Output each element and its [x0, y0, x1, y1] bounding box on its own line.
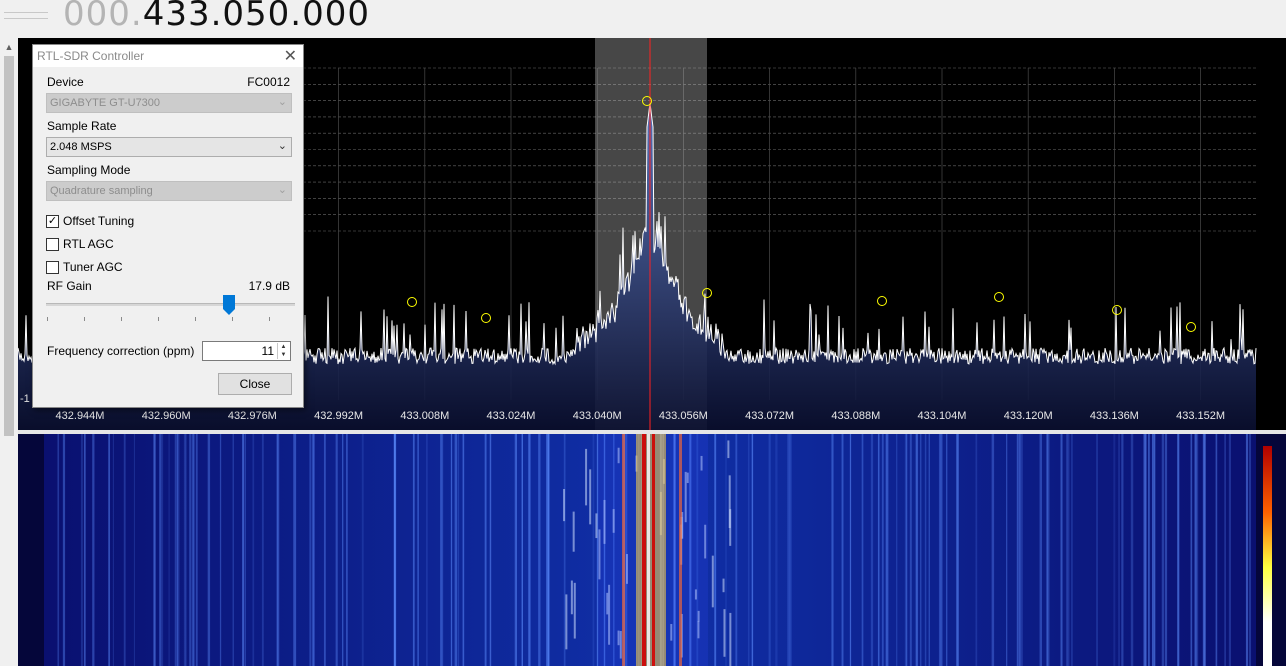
axis-tick-label: 433.120M — [1004, 410, 1053, 422]
frequency-main-digits[interactable]: 433.050.000 — [143, 0, 370, 34]
axis-tick-label: 433.056M — [659, 410, 708, 422]
sampling-mode-value: Quadrature sampling — [50, 185, 153, 197]
peak-marker-icon — [1186, 322, 1196, 332]
rtl-agc-label[interactable]: RTL AGC — [63, 237, 114, 251]
scroll-thumb[interactable] — [4, 56, 14, 436]
peak-marker-icon — [1112, 305, 1122, 315]
peak-markers — [407, 96, 1196, 332]
device-code: FC0012 — [247, 75, 290, 89]
sampling-mode-select[interactable]: Quadrature sampling ⌄ — [46, 181, 292, 201]
axis-tick-label: 432.992M — [314, 410, 363, 422]
chevron-down-icon: ⌄ — [277, 140, 287, 152]
axis-tick-label: 433.024M — [487, 410, 536, 422]
rtl-agc-checkbox[interactable] — [46, 238, 59, 251]
rtl-sdr-controller-dialog: RTL-SDR Controller ✕ Device FC0012 GIGAB… — [32, 44, 304, 408]
device-select[interactable]: GIGABYTE GT-U7300 ⌄ — [46, 93, 292, 113]
left-scroll-strip: ▲ — [0, 38, 18, 666]
rf-gain-label: RF Gain — [47, 279, 92, 293]
axis-tick-label: 432.976M — [228, 410, 277, 422]
axis-tick-label: 433.152M — [1176, 410, 1225, 422]
tuner-agc-label[interactable]: Tuner AGC — [63, 260, 123, 274]
device-label: Device — [47, 75, 84, 89]
offset-tuning-checkbox[interactable]: ✓ — [46, 215, 59, 228]
frequency-correction-label: Frequency correction (ppm) — [47, 344, 195, 358]
waterfall-plot — [44, 434, 1272, 666]
axis-tick-label: 433.072M — [745, 410, 794, 422]
dialog-title: RTL-SDR Controller — [37, 49, 145, 63]
close-button[interactable]: Close — [218, 373, 292, 395]
dialog-titlebar[interactable]: RTL-SDR Controller ✕ — [33, 45, 303, 67]
rf-gain-value: 17.9 dB — [248, 279, 290, 293]
axis-tick-label: 432.960M — [142, 410, 191, 422]
close-icon[interactable]: ✕ — [284, 46, 297, 66]
axis-tick-label: 433.136M — [1090, 410, 1139, 422]
axis-tick-label: 433.040M — [573, 410, 622, 422]
frequency-display[interactable]: 000.433.050.000 — [63, 0, 370, 34]
waterfall-display[interactable] — [18, 434, 1286, 666]
chevron-down-icon: ⌄ — [277, 184, 287, 196]
frequency-control-handle[interactable] — [0, 0, 52, 30]
waterfall-color-scale — [1263, 446, 1272, 666]
axis-tick-label: 433.104M — [918, 410, 967, 422]
axis-tick-label: 432.944M — [56, 410, 105, 422]
axis-tick-label: 433.088M — [831, 410, 880, 422]
spinner-arrows-icon[interactable]: ▲ ▼ — [277, 343, 289, 359]
scroll-up-arrow-icon[interactable]: ▲ — [4, 42, 14, 52]
frequency-bar: 000.433.050.000 — [0, 0, 1286, 38]
rf-gain-slider-track[interactable] — [46, 303, 295, 306]
y-axis-label: -1 — [20, 393, 30, 405]
peak-marker-icon — [877, 296, 887, 306]
sample-rate-value: 2.048 MSPS — [50, 141, 112, 153]
sample-rate-select[interactable]: 2.048 MSPS ⌄ — [46, 137, 292, 157]
tuner-agc-checkbox[interactable] — [46, 261, 59, 274]
peak-marker-icon — [994, 292, 1004, 302]
axis-tick-label: 433.008M — [400, 410, 449, 422]
frequency-correction-value: 11 — [261, 344, 274, 358]
sample-rate-label: Sample Rate — [47, 119, 117, 133]
rf-gain-slider-thumb[interactable] — [223, 295, 235, 315]
chevron-down-icon: ⌄ — [277, 96, 287, 108]
peak-marker-icon — [407, 297, 417, 307]
offset-tuning-label[interactable]: Offset Tuning — [63, 214, 134, 228]
peak-marker-icon — [481, 313, 491, 323]
sampling-mode-label: Sampling Mode — [47, 163, 131, 177]
frequency-correction-input[interactable]: 11 ▲ ▼ — [202, 341, 291, 361]
device-select-value: GIGABYTE GT-U7300 — [50, 97, 161, 109]
frequency-leading-digits[interactable]: 000. — [63, 0, 143, 34]
